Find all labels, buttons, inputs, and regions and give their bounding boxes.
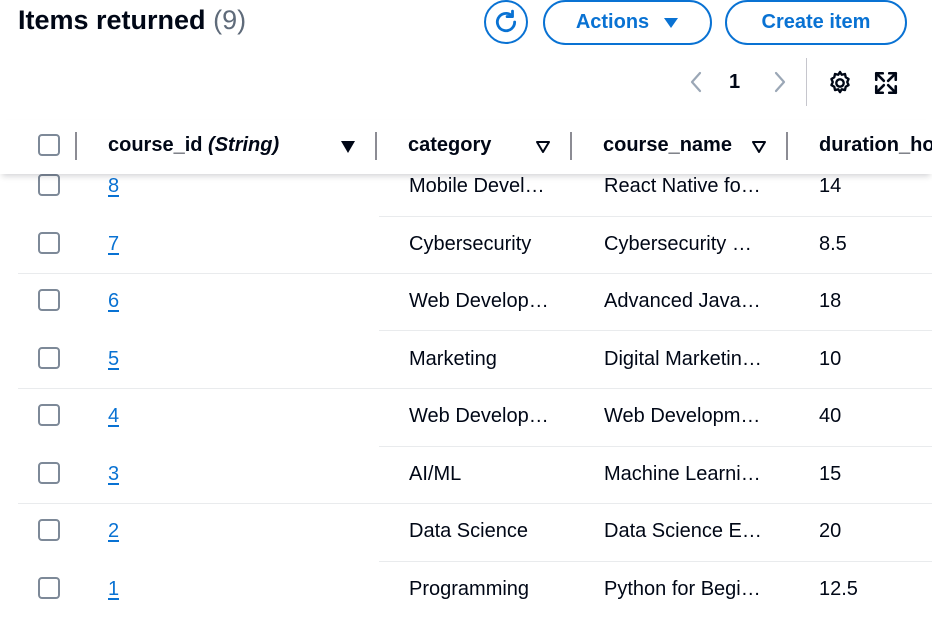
category-cell: AI/ML xyxy=(409,463,462,485)
table-row[interactable]: 4 Web Development Web Development Bootca… xyxy=(0,388,932,447)
course-id-link[interactable]: 6 xyxy=(108,290,119,313)
course-name-cell: Machine Learning Basics xyxy=(604,463,764,485)
course-name-cell: Digital Marketing Basics xyxy=(604,348,764,370)
category-cell: Data Science xyxy=(409,520,528,542)
create-item-label: Create item xyxy=(761,11,871,33)
row-checkbox[interactable] xyxy=(38,232,60,254)
column-header-duration[interactable]: duration_ho xyxy=(819,134,932,157)
column-header-course-name[interactable]: course_name xyxy=(603,134,732,157)
duration-cell: 15 xyxy=(819,463,842,485)
category-cell: Programming xyxy=(409,578,530,600)
course-name-cell: Cybersecurity Fundamentals xyxy=(604,233,764,255)
course-id-link[interactable]: 4 xyxy=(108,405,119,428)
row-checkbox[interactable] xyxy=(38,347,60,369)
page-title: Items returned (9) xyxy=(18,5,246,36)
row-checkbox[interactable] xyxy=(38,404,60,426)
column-separator xyxy=(570,132,572,160)
actions-dropdown-button[interactable]: Actions xyxy=(543,0,712,45)
course-id-link[interactable]: 7 xyxy=(108,233,119,256)
course-id-link[interactable]: 1 xyxy=(108,578,119,601)
row-checkbox[interactable] xyxy=(38,519,60,541)
column-separator xyxy=(786,132,788,160)
actions-label: Actions xyxy=(575,11,650,33)
column-header-category[interactable]: category xyxy=(408,134,491,157)
duration-cell: 8.5 xyxy=(819,233,847,255)
column-separator xyxy=(375,132,377,160)
course-name-cell: Web Development Bootcamp xyxy=(604,405,764,427)
refresh-icon xyxy=(495,9,517,33)
sort-descending-icon[interactable] xyxy=(340,140,356,154)
course-id-link[interactable]: 8 xyxy=(108,175,119,198)
toolbar-divider xyxy=(806,58,807,106)
sort-icon[interactable] xyxy=(535,140,551,154)
duration-cell: 40 xyxy=(819,405,842,427)
row-checkbox[interactable] xyxy=(38,174,60,196)
course-name-cell: Data Science Essentials xyxy=(604,520,764,542)
table-row[interactable]: 6 Web Development Advanced JavaScript 18 xyxy=(0,273,932,331)
item-count: (9) xyxy=(213,5,247,35)
table-row[interactable]: 2 Data Science Data Science Essentials 2… xyxy=(0,503,932,562)
duration-cell: 20 xyxy=(819,520,842,542)
caret-down-icon xyxy=(664,17,679,28)
table-row[interactable]: 1 Programming Python for Beginners 12.5 xyxy=(0,561,932,618)
sort-icon[interactable] xyxy=(751,140,767,154)
category-cell: Web Development xyxy=(409,405,549,427)
course-name-cell: Python for Beginners xyxy=(604,578,764,600)
course-id-link[interactable]: 2 xyxy=(108,520,119,543)
refresh-button[interactable] xyxy=(484,0,528,44)
course-id-link[interactable]: 5 xyxy=(108,348,119,371)
course-id-link[interactable]: 3 xyxy=(108,463,119,486)
current-page-number[interactable]: 1 xyxy=(729,71,740,94)
gear-icon[interactable] xyxy=(827,70,853,96)
column-label-course-id: course_id xyxy=(108,134,203,156)
previous-page-icon[interactable] xyxy=(686,70,706,94)
title-text: Items returned xyxy=(18,5,206,35)
duration-cell: 12.5 xyxy=(819,578,858,600)
fullscreen-icon[interactable] xyxy=(873,70,899,96)
table-header: course_id (String) category course_name … xyxy=(0,120,932,174)
duration-cell: 14 xyxy=(819,175,842,197)
table-row[interactable]: 5 Marketing Digital Marketing Basics 10 xyxy=(0,331,932,389)
row-checkbox[interactable] xyxy=(38,289,60,311)
create-item-button[interactable]: Create item xyxy=(725,0,907,45)
duration-cell: 10 xyxy=(819,348,842,370)
row-checkbox[interactable] xyxy=(38,577,60,599)
column-type-label: (String) xyxy=(208,134,280,156)
column-separator xyxy=(75,132,77,160)
course-name-cell: Advanced JavaScript xyxy=(604,290,764,312)
course-name-cell: React Native for Beginners xyxy=(604,175,764,197)
select-all-checkbox[interactable] xyxy=(38,134,60,156)
category-cell: Web Development xyxy=(409,290,549,312)
category-cell: Cybersecurity xyxy=(409,233,532,255)
table-row[interactable]: 3 AI/ML Machine Learning Basics 15 xyxy=(0,446,932,504)
category-cell: Marketing xyxy=(409,348,497,370)
table-row[interactable]: 7 Cybersecurity Cybersecurity Fundamenta… xyxy=(0,216,932,274)
next-page-icon[interactable] xyxy=(770,70,790,94)
duration-cell: 18 xyxy=(819,290,842,312)
category-cell: Mobile Development xyxy=(409,175,549,197)
row-checkbox[interactable] xyxy=(38,462,60,484)
column-header-course-id[interactable]: course_id (String) xyxy=(108,134,279,157)
